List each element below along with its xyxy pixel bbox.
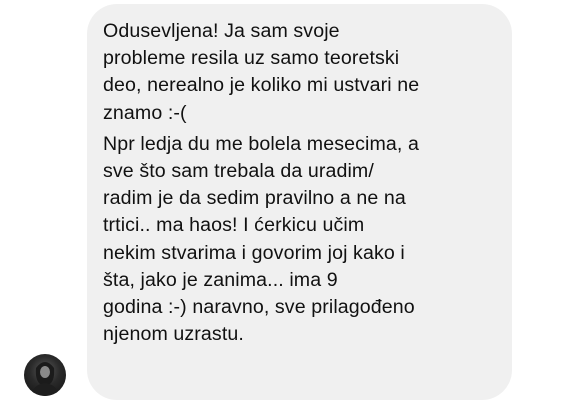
message-line: Npr ledja du me bolela mesecima, a	[103, 132, 419, 155]
message-line: probleme resila uz samo teoretski	[103, 47, 400, 70]
message-line: godina :-) naravno, sve prilagođeno	[103, 296, 415, 319]
sender-avatar[interactable]	[24, 354, 66, 396]
message-line: trtici.. ma haos! I ćerkicu učim	[103, 214, 365, 237]
message-line: radim je da sedim pravilno a ne na	[103, 187, 406, 210]
message-bubble[interactable]: Odusevljena! Ja sam svoje probleme resil…	[87, 4, 512, 400]
message-line: Odusevljena! Ja sam svoje	[103, 20, 340, 42]
message-paragraph: Odusevljena! Ja sam svoje probleme resil…	[103, 18, 498, 127]
user-avatar-icon	[30, 362, 60, 396]
message-line: sve što sam trebala da uradim/	[103, 160, 374, 183]
message-line: nekim stvarima i govorim joj kako i	[103, 241, 405, 264]
message-paragraph: Npr ledja du me bolela mesecima, a sve š…	[103, 131, 498, 349]
message-line: deo, nerealno je koliko mi ustvari ne	[103, 74, 420, 97]
message-line: znamo :-(	[103, 101, 187, 124]
message-line: šta, jako je zanima... ima 9	[103, 268, 338, 291]
message-line: njenom uzrastu.	[103, 323, 244, 346]
